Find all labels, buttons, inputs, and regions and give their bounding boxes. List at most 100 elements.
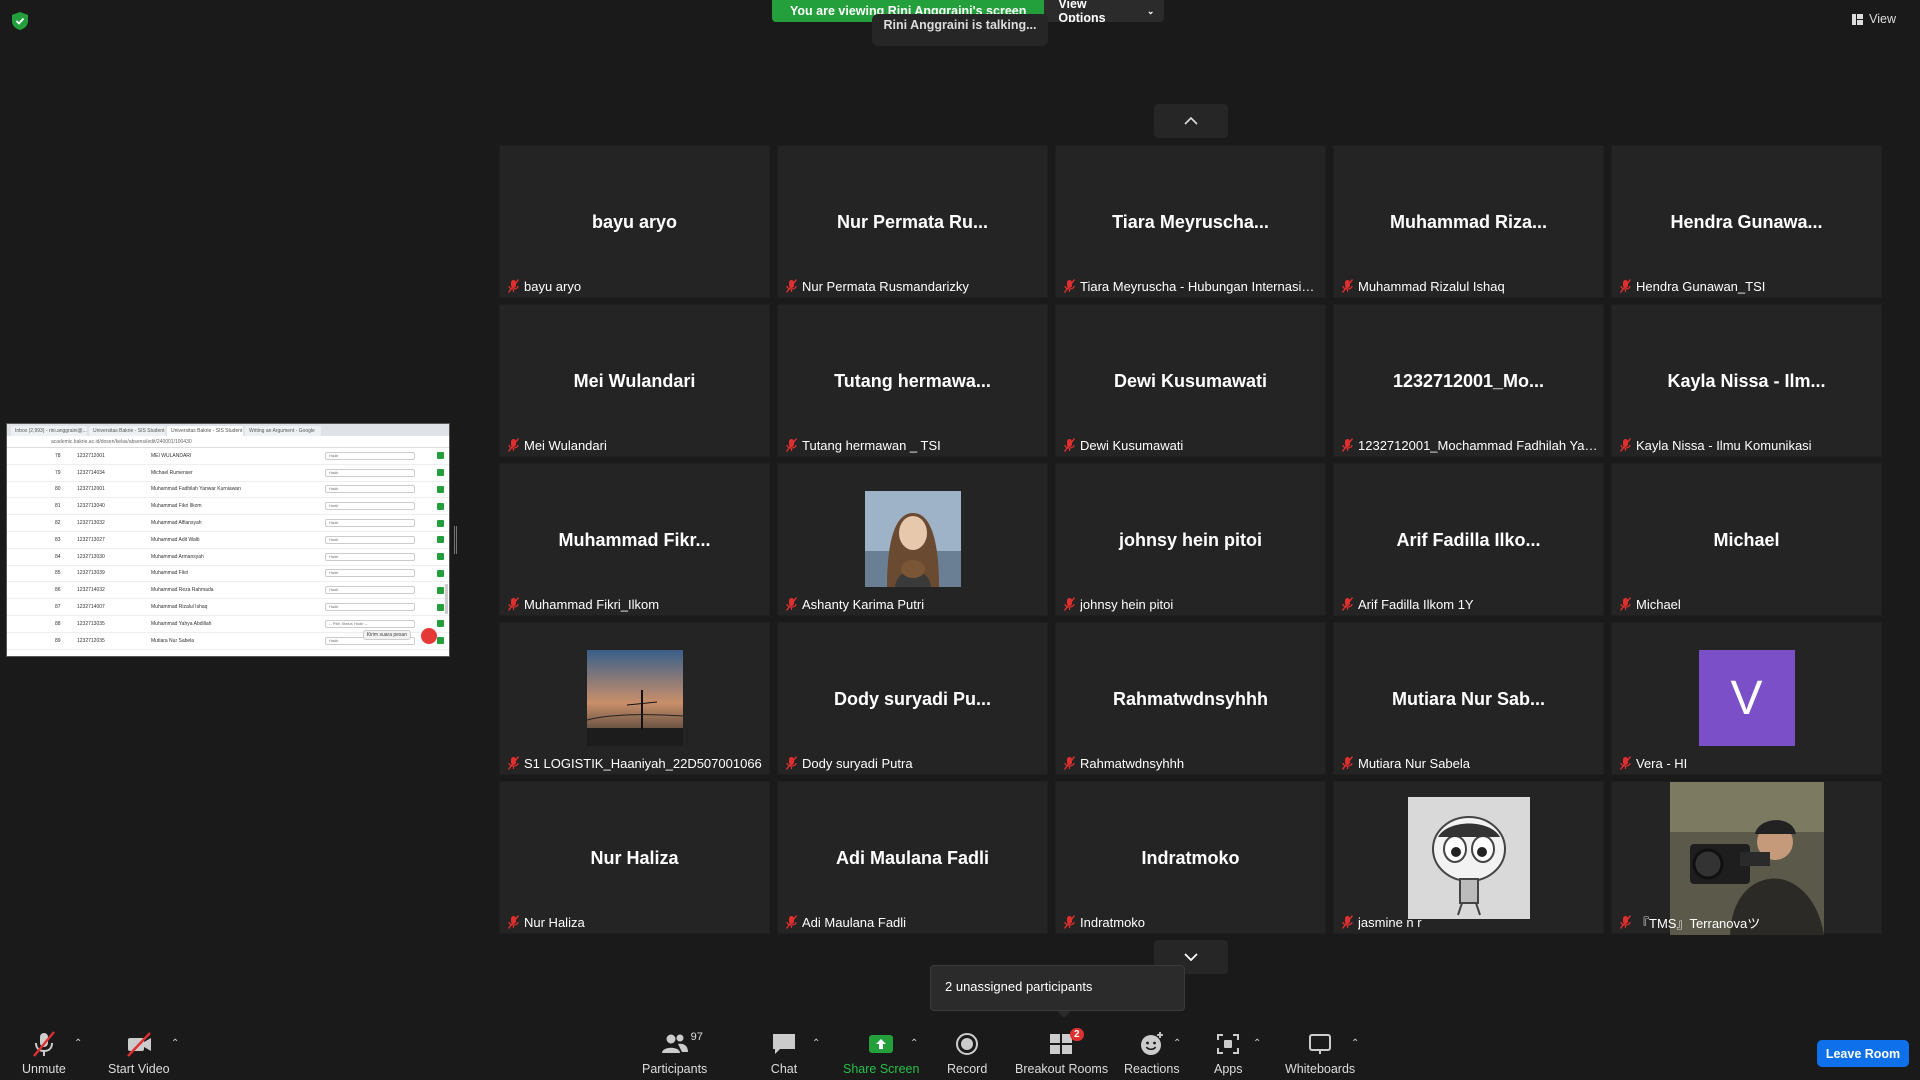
participant-tile[interactable]: Dody suryadi Pu... Dody suryadi Putra: [777, 622, 1048, 775]
participant-name-tag: Rahmatwdnsyhhh: [1064, 754, 1321, 772]
participant-tile[interactable]: Rahmatwdnsyhhh Rahmatwdnsyhhh: [1055, 622, 1326, 775]
page-up-button[interactable]: [1154, 104, 1228, 138]
avatar: V: [1698, 650, 1795, 746]
table-row: 79 1232714034 Michael Rumenser Hadir: [7, 465, 449, 482]
row-number: 88: [55, 620, 61, 627]
participant-name: Arif Fadilla Ilkom 1Y: [1358, 596, 1474, 612]
participant-tile[interactable]: Hendra Gunawa... Hendra Gunawan_TSI: [1611, 145, 1882, 298]
attendance-status-select: Hadir: [325, 485, 415, 494]
leave-room-button[interactable]: Leave Room: [1817, 1040, 1909, 1067]
participant-name-tag: Adi Maulana Fadli: [786, 913, 1043, 931]
table-row: 83 1232713027 Muhammad Adit Walti Hadir: [7, 532, 449, 549]
participant-tile[interactable]: Muhammad Fikr... Muhammad Fikri_Ilkom: [499, 463, 770, 616]
row-number: 87: [55, 604, 61, 611]
attendance-status-select: Hadir: [325, 535, 415, 544]
mic-muted-icon: [1620, 915, 1631, 929]
view-button[interactable]: View: [1852, 12, 1896, 26]
breakout-badge: 2: [1069, 1028, 1084, 1041]
breakout-rooms-button[interactable]: 2 Breakout Rooms: [1015, 1020, 1108, 1080]
participant-name-tag: Vera - HI: [1620, 754, 1877, 772]
participant-tile[interactable]: Nur Permata Ru... Nur Permata Rusmandariz…: [777, 145, 1048, 298]
save-check-icon: [437, 519, 444, 527]
row-number: 78: [55, 452, 61, 459]
share-screen-button[interactable]: Share Screen: [843, 1020, 919, 1080]
browser-url: academic.bakrie.ac.id/dosen/kelas/absens…: [7, 436, 449, 448]
mic-muted-icon: [1064, 279, 1075, 293]
row-student-name: Muhammad Reza Rahmada: [151, 587, 214, 594]
mic-muted-icon: [1620, 279, 1631, 293]
participant-tile[interactable]: Nur Haliza Nur Haliza: [499, 781, 770, 934]
apps-caret-icon[interactable]: ⌃: [1253, 1038, 1261, 1049]
participant-tile[interactable]: S1 LOGISTIK_Haaniyah_22D507001066: [499, 622, 770, 775]
row-number: 86: [55, 587, 61, 594]
participant-tile[interactable]: Tutang hermawa... Tutang hermawan _ TSI: [777, 304, 1048, 457]
participant-tile[interactable]: Kayla Nissa - Ilm... Kayla Nissa - Ilmu K…: [1611, 304, 1882, 457]
participant-tile[interactable]: Ashanty Karima Putri: [777, 463, 1048, 616]
participant-name-tag: bayu aryo: [508, 277, 765, 295]
participant-display-name: Mei Wulandari: [573, 371, 696, 391]
shared-screen-preview[interactable]: Inbox (2,993) - rini.anggraini@... Unive…: [6, 423, 450, 657]
participant-tile[interactable]: V Vera - HI: [1611, 622, 1882, 775]
share-options-caret-icon[interactable]: ⌃: [910, 1038, 918, 1049]
row-nim: 1232712001: [77, 486, 105, 493]
view-options-button[interactable]: View Options ⌄: [1044, 0, 1165, 22]
participant-tile[interactable]: Adi Maulana Fadli Adi Maulana Fadli: [777, 781, 1048, 934]
participant-display-name: 1232712001_Mo...: [1392, 371, 1545, 391]
mic-muted-icon: [1064, 597, 1075, 611]
attendance-status-select: -- Pilih Status Hadir --: [325, 619, 415, 628]
participant-tile[interactable]: johnsy hein pitoi johnsy hein pitoi: [1055, 463, 1326, 616]
attendance-status-select: Hadir: [325, 468, 415, 477]
attendance-status-select: Hadir: [325, 603, 415, 612]
participant-tile[interactable]: Indratmoko Indratmoko: [1055, 781, 1326, 934]
chat-button[interactable]: Chat: [770, 1020, 798, 1080]
chat-options-caret-icon[interactable]: ⌃: [812, 1038, 820, 1049]
participant-tile[interactable]: 1232712001_Mo... 1232712001_Mochammad Fad…: [1333, 304, 1604, 457]
participants-button[interactable]: 97 Participants: [642, 1020, 707, 1080]
participant-tile[interactable]: Mutiara Nur Sab... Mutiara Nur Sabela: [1333, 622, 1604, 775]
participant-tile[interactable]: Arif Fadilla Ilko... Arif Fadilla Ilkom 1…: [1333, 463, 1604, 616]
participant-tile[interactable]: Tiara Meyruscha... Tiara Meyruscha - Hubu…: [1055, 145, 1326, 298]
whiteboard-icon: [1309, 1034, 1332, 1054]
participant-tile[interactable]: bayu aryo bayu aryo: [499, 145, 770, 298]
breakout-rooms-label: Breakout Rooms: [1015, 1062, 1109, 1076]
participant-tile[interactable]: Muhammad Riza... Muhammad Rizalul Ishaq: [1333, 145, 1604, 298]
whiteboards-caret-icon[interactable]: ⌃: [1351, 1038, 1359, 1049]
audio-options-caret-icon[interactable]: ⌃: [74, 1038, 82, 1049]
participant-display-name: bayu aryo: [591, 212, 678, 232]
start-video-button[interactable]: Start Video: [108, 1020, 170, 1080]
mic-muted-icon: [32, 1031, 55, 1057]
row-nim: 1232714034: [77, 469, 105, 476]
mic-muted-icon: [786, 756, 797, 770]
reactions-button[interactable]: Reactions: [1124, 1020, 1180, 1080]
row-nim: 1232712001: [77, 452, 105, 459]
mic-muted-icon: [786, 438, 797, 452]
mic-muted-icon: [1342, 756, 1353, 770]
participant-name: bayu aryo: [524, 278, 582, 294]
whiteboards-button[interactable]: Whiteboards: [1285, 1020, 1355, 1080]
participant-name: Dewi Kusumawati: [1080, 437, 1184, 453]
participant-tile[interactable]: 『TMS』Terranovaツ: [1611, 781, 1882, 935]
attendance-status-select: Hadir: [325, 451, 415, 460]
apps-label: Apps: [1214, 1062, 1243, 1076]
preview-scrollbar: [445, 584, 448, 614]
unmute-button[interactable]: Unmute: [22, 1020, 66, 1080]
record-button[interactable]: Record: [947, 1020, 987, 1080]
apps-button[interactable]: Apps: [1214, 1020, 1243, 1080]
video-off-icon: [126, 1032, 151, 1057]
row-nim: 1232713039: [77, 570, 105, 577]
participant-display-name: Tutang hermawa...: [834, 371, 991, 391]
unassigned-participants-popup[interactable]: 2 unassigned participants: [930, 965, 1185, 1018]
reactions-caret-icon[interactable]: ⌃: [1173, 1038, 1181, 1049]
participant-tile[interactable]: jasmine n r: [1333, 781, 1604, 934]
shield-check-icon[interactable]: [12, 12, 28, 30]
participant-tile[interactable]: Dewi Kusumawati Dewi Kusumawati: [1055, 304, 1326, 457]
participant-tile[interactable]: Mei Wulandari Mei Wulandari: [499, 304, 770, 457]
row-number: 84: [55, 553, 61, 560]
mic-muted-icon: [786, 915, 797, 929]
participant-name: Indratmoko: [1080, 914, 1146, 930]
participant-name-tag: Indratmoko: [1064, 913, 1321, 931]
participant-tile[interactable]: Michael Michael: [1611, 463, 1882, 616]
video-options-caret-icon[interactable]: ⌃: [171, 1038, 179, 1049]
resize-handle[interactable]: [454, 526, 457, 554]
mic-muted-icon: [1064, 756, 1075, 770]
